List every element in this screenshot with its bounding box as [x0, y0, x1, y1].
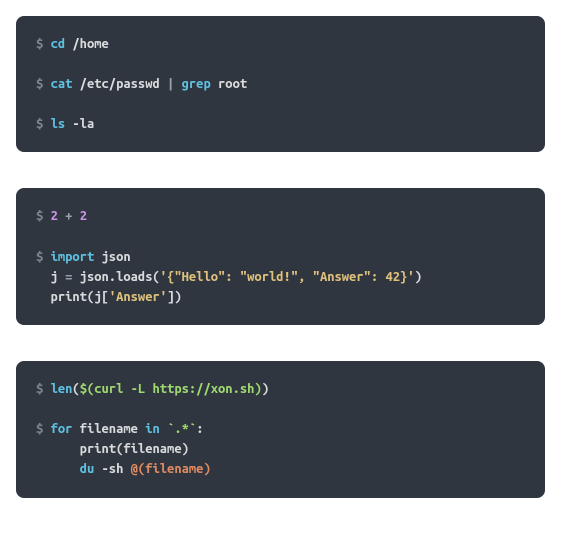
code-line: $ cd /home: [36, 34, 525, 54]
token: len: [51, 382, 73, 396]
code-group: $ import json j = json.loads('{"Hello": …: [36, 247, 525, 307]
code-line: $ 2 + 2: [36, 206, 525, 226]
code-line: j = json.loads('{"Hello": "world!", "Ans…: [36, 267, 525, 287]
token: print(filename): [36, 442, 189, 456]
token: print(j[: [36, 290, 109, 304]
token: [160, 422, 167, 436]
token: 2: [80, 209, 87, 223]
code-line: du -sh @(filename): [36, 459, 525, 479]
token: $: [36, 382, 51, 396]
token: root: [211, 77, 247, 91]
code-group: $ cd /home: [36, 34, 525, 54]
code-group: $ len($(curl -L https://xon.sh)): [36, 379, 525, 399]
token: ): [415, 270, 422, 284]
code-group: $ 2 + 2: [36, 206, 525, 226]
token: /etc/passwd: [72, 77, 167, 91]
token: ): [254, 382, 261, 396]
token: `.*`: [167, 422, 196, 436]
token: $: [36, 117, 51, 131]
code-block-3: $ len($(curl -L https://xon.sh))$ for fi…: [16, 361, 545, 498]
token: (: [72, 382, 79, 396]
token: $: [36, 422, 51, 436]
token: -sh: [94, 462, 130, 476]
token: curl -L https://xon.sh: [94, 382, 254, 396]
token: import: [51, 250, 95, 264]
token: $: [36, 77, 51, 91]
token: @(: [131, 462, 146, 476]
token: filename: [145, 462, 203, 476]
token: :: [196, 422, 203, 436]
token: json: [94, 250, 130, 264]
token: du: [80, 462, 95, 476]
token: cat: [51, 77, 73, 91]
token: filename: [72, 422, 145, 436]
token: $(: [80, 382, 95, 396]
token: $: [36, 37, 51, 51]
code-group: $ ls -la: [36, 114, 525, 134]
token: j: [36, 270, 65, 284]
code-line: $ cat /etc/passwd | grep root: [36, 74, 525, 94]
token: 'Answer': [109, 290, 167, 304]
token: json.loads(: [72, 270, 159, 284]
token: /home: [65, 37, 109, 51]
token: in: [145, 422, 160, 436]
token: [36, 462, 80, 476]
code-line: print(filename): [36, 439, 525, 459]
token: +: [58, 209, 80, 223]
code-line: $ for filename in `.*`:: [36, 419, 525, 439]
token: $: [36, 250, 51, 264]
token: ls: [51, 117, 66, 131]
code-group: $ for filename in `.*`: print(filename) …: [36, 419, 525, 479]
code-group: $ cat /etc/passwd | grep root: [36, 74, 525, 94]
token: -la: [65, 117, 94, 131]
token: ]): [167, 290, 182, 304]
token: ): [203, 462, 210, 476]
token: grep: [182, 77, 211, 91]
token: cd: [51, 37, 66, 51]
code-line: $ ls -la: [36, 114, 525, 134]
token: '{"Hello": "world!", "Answer": 42}': [160, 270, 415, 284]
token: for: [51, 422, 73, 436]
token: ): [262, 382, 269, 396]
token: [174, 77, 181, 91]
code-line: $ len($(curl -L https://xon.sh)): [36, 379, 525, 399]
code-block-2: $ 2 + 2$ import json j = json.loads('{"H…: [16, 188, 545, 325]
token: 2: [51, 209, 58, 223]
code-block-1: $ cd /home$ cat /etc/passwd | grep root$…: [16, 16, 545, 152]
token: $: [36, 209, 51, 223]
code-line: print(j['Answer']): [36, 287, 525, 307]
code-line: $ import json: [36, 247, 525, 267]
